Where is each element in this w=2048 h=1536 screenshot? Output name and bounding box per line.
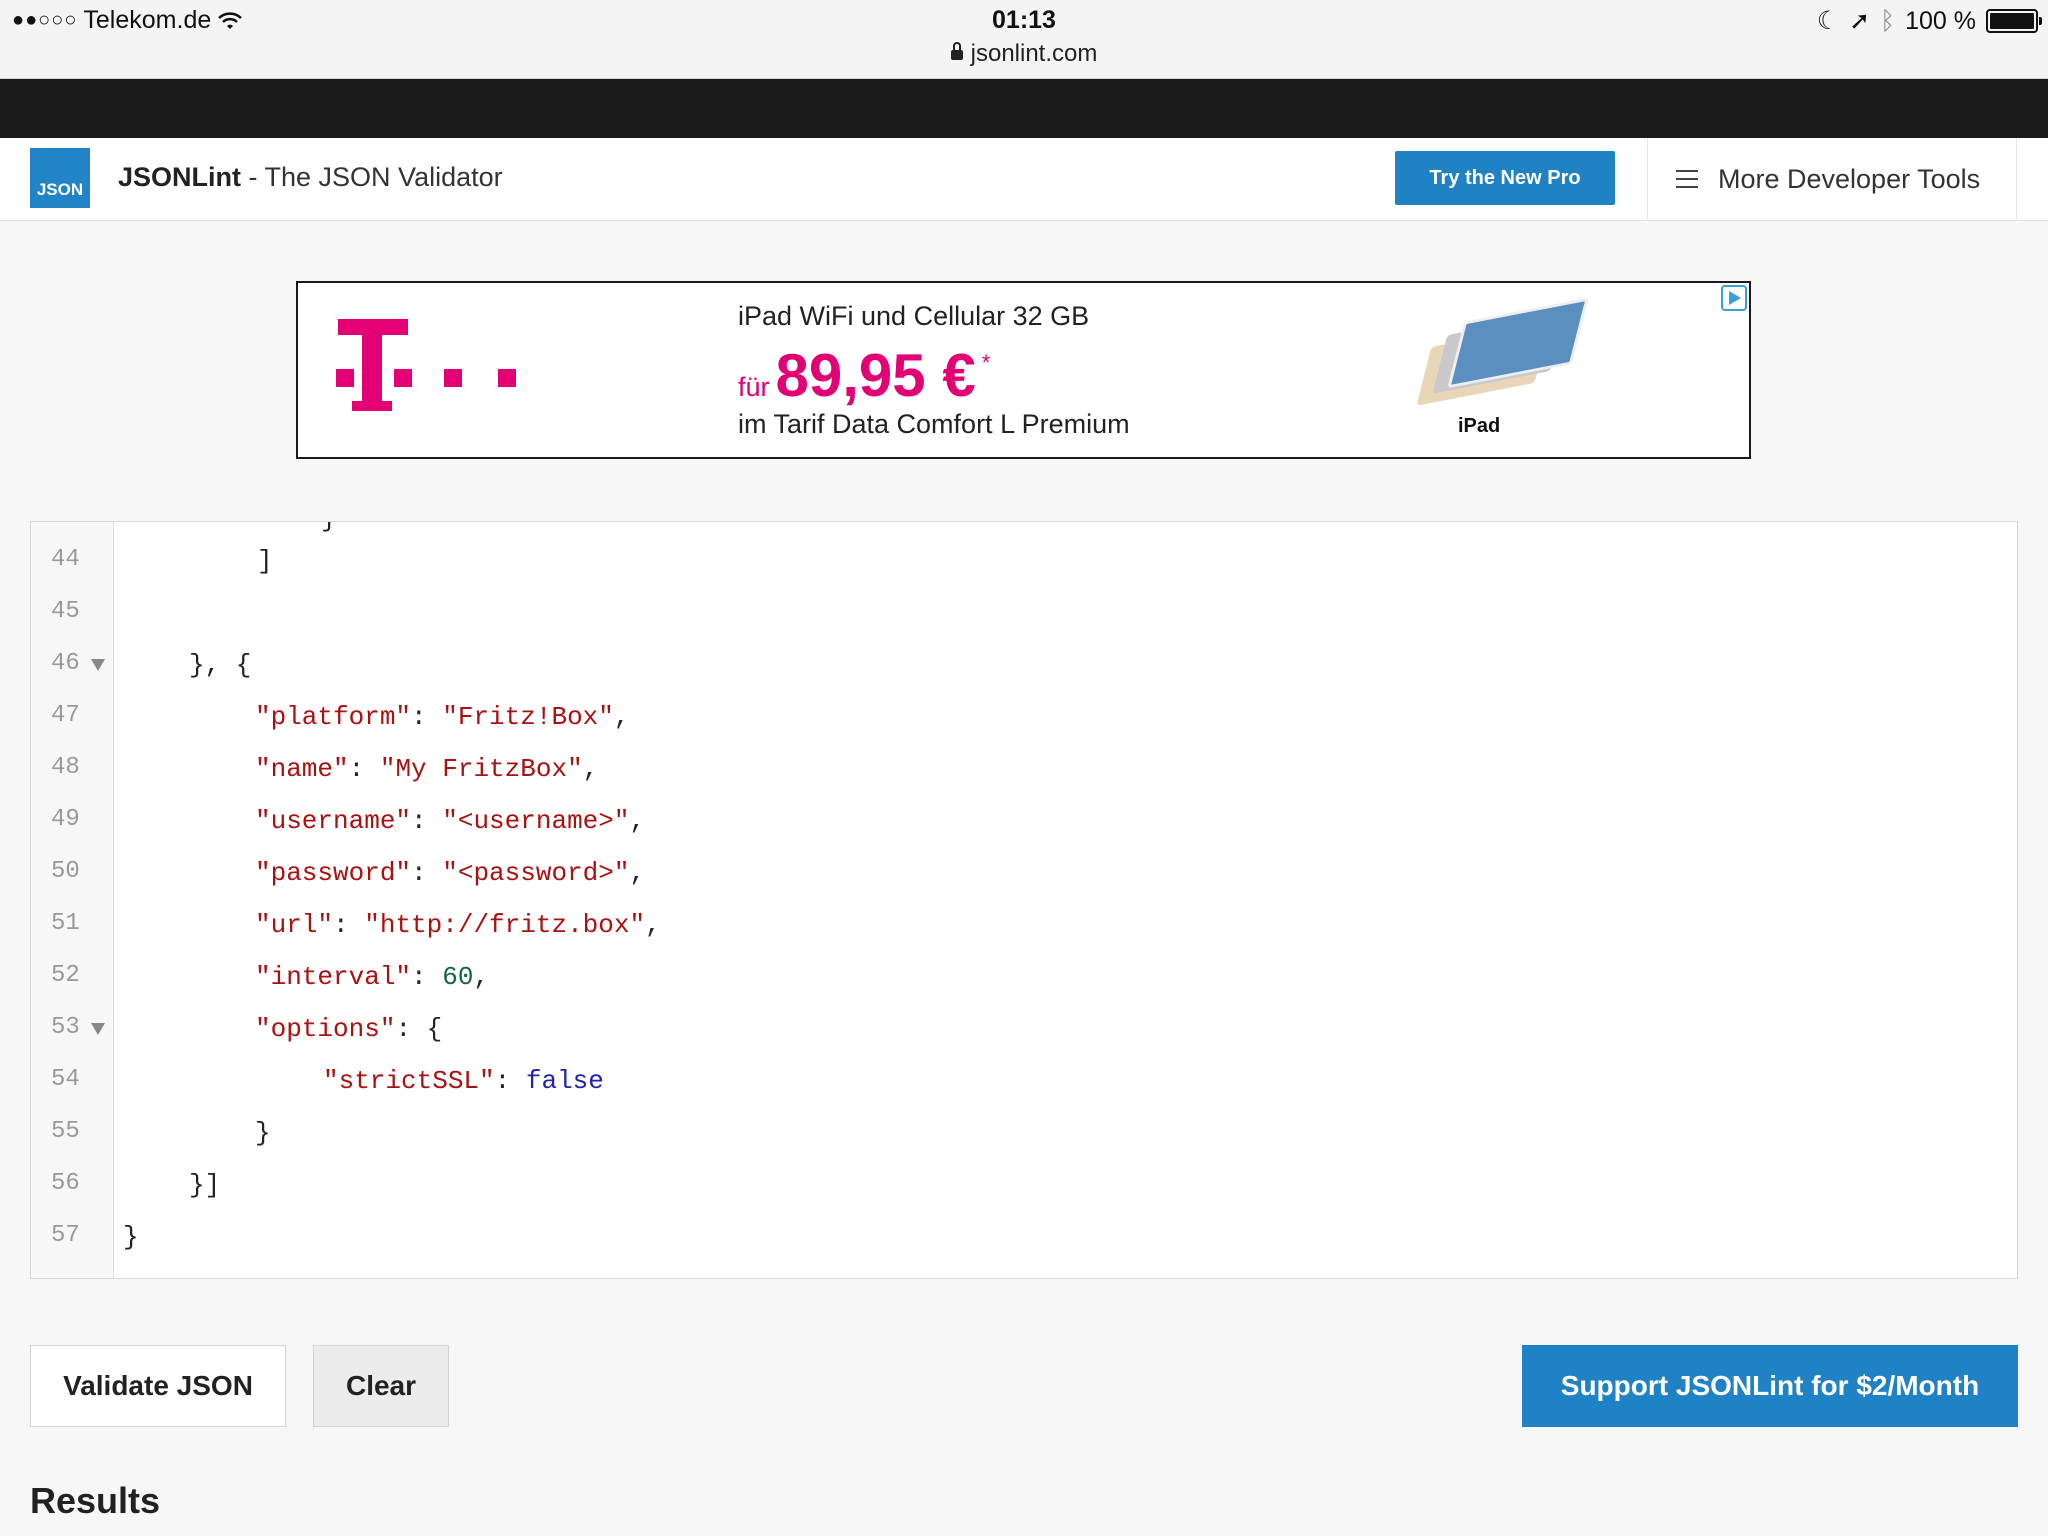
code-line: 52 "interval": 60, (51, 962, 490, 992)
address-bar[interactable]: jsonlint.com (0, 40, 2048, 68)
line-number: 56 (51, 1170, 80, 1197)
telekom-dot (444, 369, 462, 387)
ipad-product-image (1416, 295, 1589, 406)
ad-fur: für (738, 372, 770, 402)
json-key: "platform" (255, 702, 412, 732)
location-icon: ➚ (1849, 7, 1871, 35)
code-text: } (123, 1222, 139, 1252)
ad-price-footnote: * (981, 350, 991, 375)
json-key: "name" (255, 754, 349, 784)
results-heading: Results (30, 1480, 161, 1521)
code-line: 48 "name": "My FritzBox", (51, 754, 599, 784)
more-developer-tools-menu[interactable]: More Developer Tools (1647, 138, 2017, 220)
json-key: "username" (255, 806, 412, 836)
clipped-line: } (321, 522, 337, 534)
fold-toggle-icon[interactable] (91, 1023, 105, 1035)
more-tools-label: More Developer Tools (1718, 163, 1981, 194)
code-line: 56 }] (31, 1162, 2017, 1214)
json-string: "<password>" (442, 858, 630, 888)
json-key: "url" (255, 910, 334, 940)
code-line: 53 "options": { (51, 1014, 443, 1044)
code-text: }] (189, 1170, 221, 1200)
telekom-logo (338, 319, 408, 417)
ad-headline: iPad WiFi und Cellular 32 GB (738, 301, 1090, 331)
code-text: }, { (189, 650, 252, 680)
validate-json-button[interactable]: Validate JSON (30, 1345, 286, 1427)
code-line: 51 "url": "http://fritz.box", (51, 910, 661, 940)
ipad-logo: iPad (1458, 415, 1500, 438)
lock-icon (950, 42, 963, 60)
json-string: "<username>" (442, 806, 630, 836)
line-number: 54 (51, 1066, 80, 1093)
clock: 01:13 (992, 6, 1056, 34)
ad-price: 89,95 € (775, 342, 976, 409)
code-line: 47 "platform": "Fritz!Box", (51, 702, 630, 732)
ios-status-bar: ●●○○○ Telekom.de 01:13 jsonlint.com ☾ ➚ … (0, 0, 2048, 79)
code-line: 46 }, { (31, 642, 2017, 694)
battery-icon (1986, 9, 2042, 33)
ad-price-line: für 89,95 € * (738, 341, 990, 410)
code-line: 44 ] (31, 538, 2017, 590)
code-line: 50 "password": "<password>", (51, 858, 646, 888)
line-number: 44 (51, 546, 80, 573)
moon-icon: ☾ (1816, 7, 1840, 35)
line-number: 57 (51, 1222, 80, 1249)
brand-tagline: - The JSON Validator (241, 162, 503, 192)
code-line: 57 } (31, 1214, 2017, 1266)
bluetooth-icon: ᛒ (1880, 6, 1896, 35)
telekom-dot (498, 369, 516, 387)
try-pro-button[interactable]: Try the New Pro (1395, 151, 1615, 205)
line-number: 48 (51, 754, 80, 781)
line-number: 50 (51, 858, 80, 885)
line-number: 55 (51, 1118, 80, 1145)
json-key: "strictSSL" (323, 1066, 495, 1096)
brand-name: JSONLint (118, 162, 242, 192)
support-jsonlint-button[interactable]: Support JSONLint for $2/Month (1522, 1345, 2018, 1427)
battery-percent: 100 % (1905, 6, 1976, 35)
system-indicators: ☾ ➚ ᛒ 100 % (1816, 6, 2042, 36)
line-number: 45 (51, 598, 80, 625)
line-number: 47 (51, 702, 80, 729)
advertisement-banner[interactable]: iPad WiFi und Cellular 32 GB für 89,95 €… (296, 281, 1751, 459)
code-line: 49 "username": "<username>", (51, 806, 646, 836)
json-boolean: false (525, 1066, 604, 1096)
json-string: "Fritz!Box" (442, 702, 614, 732)
code-text: ] (257, 546, 273, 576)
json-string: "My FritzBox" (379, 754, 583, 784)
json-editor[interactable]: } 44 ] 45 46 }, { 47 "platform": "Fritz!… (30, 521, 2018, 1279)
json-number: 60 (442, 962, 474, 992)
line-number: 46 (51, 650, 80, 677)
code-line: 54 "strictSSL": false (51, 1066, 604, 1096)
json-key: "password" (255, 858, 412, 888)
fold-toggle-icon[interactable] (91, 659, 105, 671)
json-key: "options" (255, 1014, 396, 1044)
hamburger-icon (1676, 170, 1698, 188)
adchoices-icon[interactable] (1721, 285, 1747, 311)
code-text: } (255, 1118, 271, 1148)
line-number: 51 (51, 910, 80, 937)
line-number: 53 (51, 1014, 80, 1041)
site-title[interactable]: JSONLint - The JSON Validator (118, 162, 503, 193)
json-string: "http://fritz.box" (364, 910, 646, 940)
code-line: 45 (31, 590, 2017, 642)
code-line: 55 } (31, 1110, 2017, 1162)
json-key: "interval" (255, 962, 412, 992)
clear-button[interactable]: Clear (313, 1345, 449, 1427)
line-number: 52 (51, 962, 80, 989)
ipad-label: iPad (1458, 415, 1501, 437)
site-header: JSON JSONLint - The JSON Validator Try t… (0, 138, 2048, 221)
telekom-dot (394, 369, 412, 387)
jsonlint-logo[interactable]: JSON (30, 148, 90, 208)
url-text: jsonlint.com (970, 40, 1098, 67)
top-dark-band (0, 79, 2048, 138)
ad-tariff: im Tarif Data Comfort L Premium (738, 409, 1130, 439)
telekom-dot (336, 369, 354, 387)
line-number: 49 (51, 806, 80, 833)
